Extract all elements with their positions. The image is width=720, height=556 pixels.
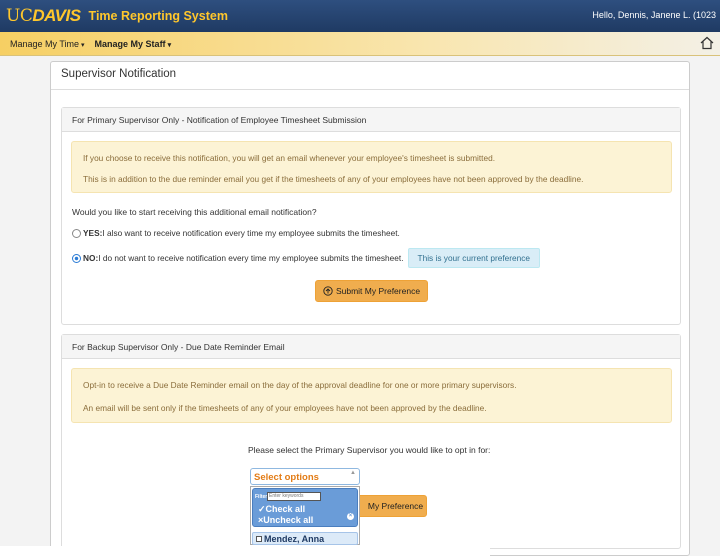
nav-manage-my-staff[interactable]: Manage My Staff ▾ (95, 39, 172, 49)
primary-info-alert: If you choose to receive this notificati… (71, 141, 672, 193)
primary-supervisor-select[interactable]: Select options ▲ (250, 468, 360, 485)
yes-text: I also want to receive notification ever… (102, 228, 400, 238)
arrow-up-circle-icon (323, 286, 333, 296)
current-preference-badge: This is your current preference (407, 248, 541, 268)
home-icon[interactable] (700, 36, 714, 50)
notification-question: Would you like to start receiving this a… (72, 207, 317, 217)
backup-panel-heading: For Backup Supervisor Only - Due Date Re… (62, 335, 680, 359)
no-text: I do not want to receive notification ev… (98, 253, 404, 263)
nav-manage-my-time-label: Manage My Time (10, 38, 80, 49)
logo-davis: DAVIS (32, 6, 81, 25)
filter-input[interactable]: Enter keywords (267, 492, 321, 501)
alert-line: An email will be sent only if the timesh… (83, 403, 487, 413)
divider (51, 89, 689, 90)
submit-preference-button[interactable]: Submit My Preference (315, 280, 428, 302)
yes-label: YES: (83, 228, 103, 238)
select-supervisor-prompt: Please select the Primary Supervisor you… (248, 445, 491, 455)
option-checkbox[interactable] (256, 535, 262, 542)
chevron-down-icon: ▾ (167, 41, 172, 49)
app-header: UCDAVIS Time Reporting System Hello, Den… (0, 0, 720, 32)
multiselect-dropdown: Filter: Enter keywords ✓Check all ×Unche… (250, 486, 360, 545)
no-label: NO: (83, 253, 99, 263)
supervisor-notification-panel: Supervisor Notification For Primary Supe… (50, 61, 690, 556)
main-nav: Manage My Time ▾ Manage My Staff ▾ (0, 32, 720, 56)
page-title: Supervisor Notification (61, 68, 177, 80)
select-placeholder: Select options (254, 472, 319, 483)
primary-panel-heading: For Primary Supervisor Only - Notificati… (62, 108, 680, 132)
nav-manage-my-time[interactable]: Manage My Time ▾ (10, 39, 85, 49)
submit-backup-preference-button[interactable]: My Preference (356, 495, 427, 517)
page-footer-area (0, 546, 490, 556)
app-title: Time Reporting System (88, 9, 228, 23)
list-item[interactable]: Mendez, Anna (252, 532, 358, 545)
yes-radio[interactable] (72, 228, 81, 238)
option-no[interactable]: NO: I do not want to receive notificatio… (72, 248, 541, 268)
check-all-link[interactable]: ✓Check all (258, 504, 305, 515)
option-yes[interactable]: YES: I also want to receive notification… (72, 228, 400, 238)
user-greeting: Hello, Dennis, Janene L. (1023 (592, 10, 716, 20)
chevron-up-icon: ▲ (350, 470, 356, 476)
logo-uc: UC (6, 6, 33, 26)
uncheck-all-label: Uncheck all (263, 515, 314, 525)
ucdavis-logo[interactable]: UCDAVIS (6, 6, 81, 26)
backup-info-alert: Opt-in to receive a Due Date Reminder em… (71, 368, 672, 423)
alert-line: This is in addition to the due reminder … (83, 174, 584, 184)
alert-line: If you choose to receive this notificati… (83, 153, 496, 163)
no-radio[interactable] (72, 253, 81, 263)
close-icon[interactable]: × (347, 513, 354, 520)
check-all-label: Check all (265, 504, 306, 514)
primary-supervisor-panel: For Primary Supervisor Only - Notificati… (61, 107, 681, 325)
option-label: Mendez, Anna (264, 533, 325, 544)
multiselect-header: Filter: Enter keywords ✓Check all ×Unche… (252, 488, 358, 527)
submit-preference-label: Submit My Preference (335, 286, 421, 296)
nav-manage-my-staff-label: Manage My Staff (94, 38, 166, 49)
alert-line: Opt-in to receive a Due Date Reminder em… (83, 380, 517, 390)
chevron-down-icon: ▾ (81, 41, 85, 49)
uncheck-all-link[interactable]: ×Uncheck all (258, 515, 313, 525)
submit-backup-label: My Preference (367, 501, 424, 511)
